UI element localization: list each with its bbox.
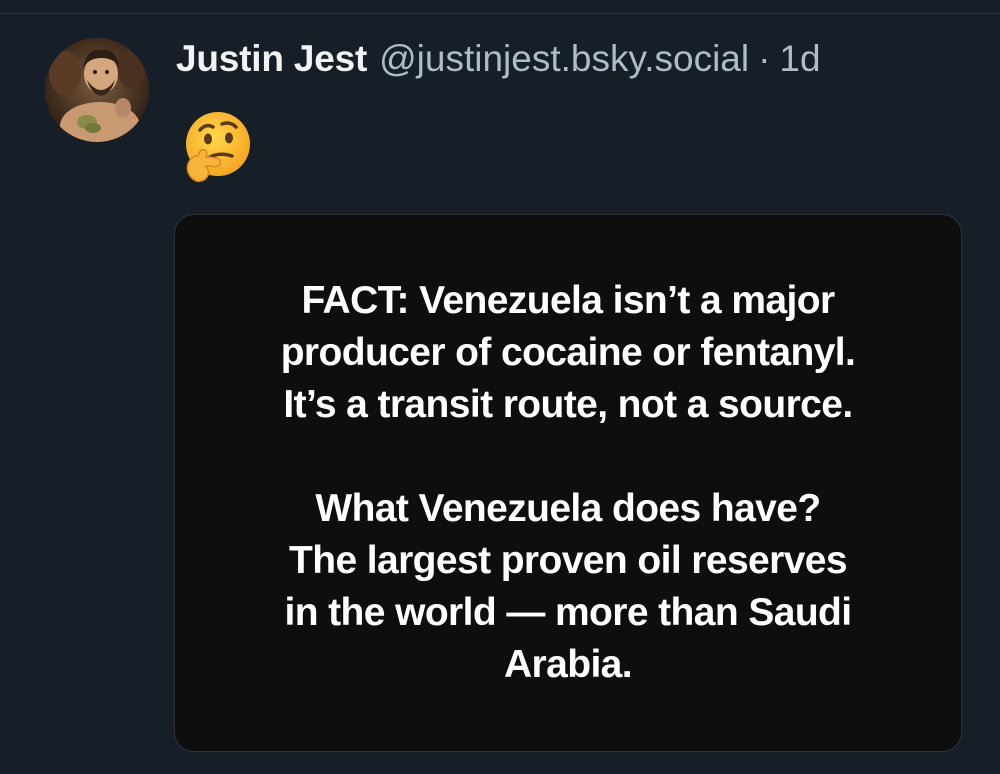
thinking-face-icon: [178, 108, 256, 186]
author-handle[interactable]: @justinjest.bsky.social: [379, 38, 749, 80]
post-item[interactable]: Justin Jest @justinjest.bsky.social · 1d…: [0, 0, 1000, 774]
author-name[interactable]: Justin Jest: [176, 38, 367, 80]
embed-line: What Venezuela does have?: [315, 487, 821, 530]
avatar[interactable]: [45, 38, 149, 142]
post-timestamp[interactable]: 1d: [779, 38, 820, 80]
meta-separator: ·: [758, 38, 771, 79]
embedded-image-text: FACT: Venezuela isn’t a major producer o…: [175, 275, 961, 691]
embed-line: The largest proven oil reserves: [289, 539, 848, 582]
post-header: Justin Jest @justinjest.bsky.social · 1d: [176, 38, 821, 84]
embed-line: producer of cocaine or fentanyl.: [280, 331, 856, 374]
embed-line: It’s a transit route, not a source.: [283, 383, 853, 426]
embedded-image[interactable]: FACT: Venezuela isn’t a major producer o…: [174, 214, 962, 752]
avatar-image: [45, 38, 149, 142]
embed-line: in the world — more than Saudi: [284, 591, 852, 634]
embed-line: Arabia.: [503, 643, 633, 686]
embed-line: FACT: Venezuela isn’t a major: [301, 279, 835, 322]
